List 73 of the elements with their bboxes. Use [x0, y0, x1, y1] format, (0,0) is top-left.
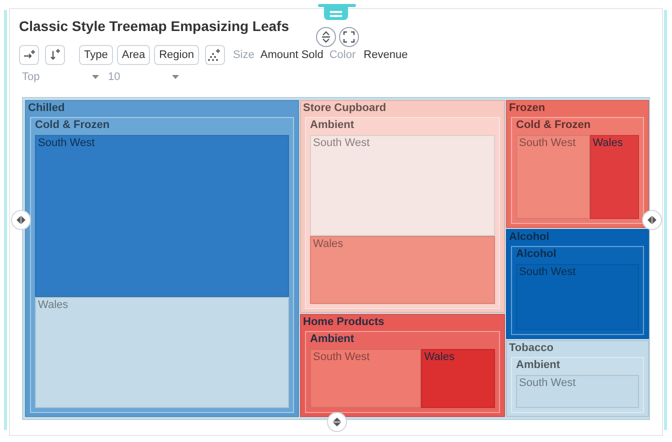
treemap-leaf[interactable]: Wales	[421, 349, 495, 408]
treemap-subgroup[interactable]: Cold & Frozen South West Wales	[30, 117, 294, 413]
widget-title: Classic Style Treemap Empasizing Leafs	[19, 16, 290, 36]
color-value: Revenue	[364, 48, 408, 63]
treemap-leaf[interactable]: South West	[310, 135, 495, 236]
add-column-button[interactable]	[19, 45, 39, 65]
dropdown[interactable]: 10	[105, 68, 181, 86]
group-label: Tobacco	[509, 342, 554, 355]
treemap-leaf[interactable]: Wales	[590, 135, 639, 220]
treemap-subgroup[interactable]: Alcohol South West	[511, 246, 644, 335]
leaf-label: South West	[519, 137, 577, 150]
collapse-button[interactable]	[316, 27, 336, 47]
treemap-subgroup[interactable]: Ambient South West	[511, 356, 644, 414]
group-label: Chilled	[28, 102, 66, 115]
add-row-button[interactable]	[45, 45, 65, 65]
size-label: Size	[232, 48, 254, 63]
dimension-chip[interactable]: Region	[154, 45, 199, 65]
treemap-group[interactable]: Alcohol Alcohol South West	[506, 229, 649, 339]
add-dimension-button[interactable]	[204, 45, 225, 65]
resize-handle[interactable]	[664, 10, 667, 430]
group-label: Alcohol	[509, 231, 550, 244]
dimension-chip[interactable]: Area	[116, 45, 150, 65]
subgroup-label: Alcohol	[516, 248, 558, 262]
group-label: Frozen	[509, 102, 546, 115]
leaf-label: Wales	[592, 137, 624, 150]
subgroup-label: Ambient	[516, 358, 561, 372]
group-label: Home Products	[303, 316, 386, 330]
treemap-leaf[interactable]: South West	[516, 135, 590, 220]
arrow-right-plus-icon	[22, 50, 36, 60]
leaf-label: South West	[313, 351, 371, 364]
resize-icon	[16, 216, 26, 224]
leaf-label: South West	[313, 137, 371, 150]
size-value: Amount Sold	[260, 48, 324, 63]
treemap-subgroup[interactable]: Ambient South West Wales	[305, 331, 500, 413]
subgroup-label: Cold & Frozen	[516, 119, 592, 132]
subgroup-label: Ambient	[310, 119, 355, 132]
leaf-label: South West	[519, 266, 577, 280]
dimension-chip[interactable]: Type	[79, 45, 113, 65]
caret-icon	[92, 75, 99, 79]
fullscreen-button[interactable]	[339, 27, 359, 47]
leaf-label: Wales	[313, 238, 344, 251]
collapse-icon	[321, 31, 331, 43]
caret-icon	[172, 75, 179, 79]
resize-handle[interactable]	[4, 10, 7, 430]
subgroup-label: Ambient	[310, 333, 355, 346]
subgroup-label: Cold & Frozen	[35, 119, 111, 132]
treemap-leaf[interactable]: South West	[35, 135, 289, 298]
treemap-group[interactable]: Tobacco Ambient South West	[506, 340, 649, 418]
resize-handle[interactable]	[318, 4, 356, 7]
treemap-leaf[interactable]: Wales	[35, 297, 289, 408]
treemap-leaf[interactable]: South West	[516, 264, 639, 330]
treemap-group[interactable]: Chilled Cold & Frozen South West Wales	[25, 100, 299, 417]
resize-icon	[333, 417, 341, 427]
resize-icon	[647, 216, 657, 224]
leaf-label: Wales	[38, 299, 70, 312]
treemap-group[interactable]: Store Cupboard Ambient South West Wales	[300, 100, 505, 314]
group-label: Store Cupboard	[303, 102, 388, 115]
treemap-group[interactable]: Home Products Ambient South West Wales	[300, 314, 505, 417]
treemap-leaf[interactable]: Wales	[310, 236, 495, 304]
treemap-subgroup[interactable]: Cold & Frozen South West Wales	[511, 117, 644, 224]
color-label: Color	[329, 48, 356, 63]
treemap-leaf[interactable]: South West	[516, 374, 639, 408]
treemap-leaf[interactable]: South West	[310, 349, 422, 408]
fullscreen-icon	[343, 31, 355, 43]
leaf-label: South West	[519, 376, 577, 390]
treemap-group[interactable]: Frozen Cold & Frozen South West Wales	[506, 100, 649, 228]
arrow-down-plus-icon	[49, 49, 61, 61]
treemap-subgroup[interactable]: Ambient South West Wales	[305, 117, 500, 310]
drag-handle[interactable]	[324, 7, 348, 20]
leaf-label: South West	[38, 137, 96, 150]
dots-plus-icon	[208, 49, 222, 61]
leaf-label: Wales	[424, 351, 456, 364]
dropdown[interactable]: Top	[19, 68, 101, 86]
